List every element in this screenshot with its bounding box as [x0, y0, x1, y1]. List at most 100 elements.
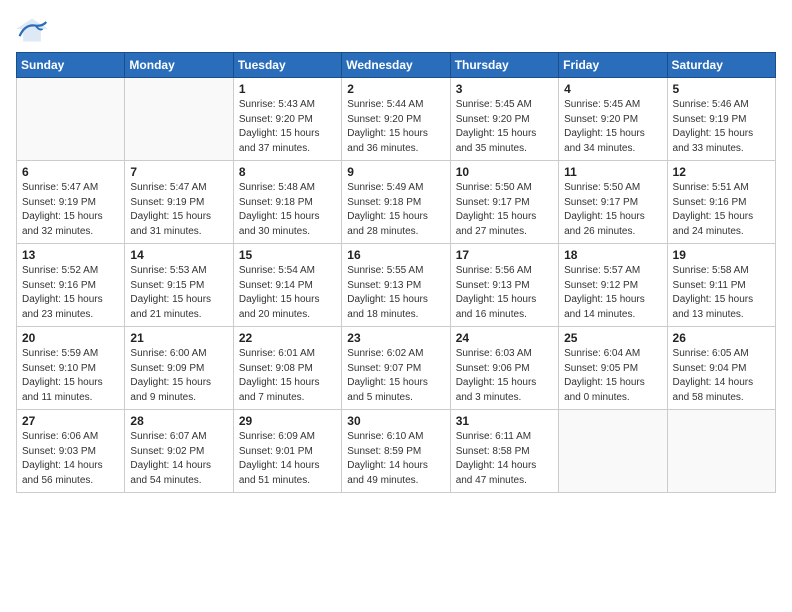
calendar-day-cell: 15 Sunrise: 5:54 AM Sunset: 9:14 PM Dayli… [233, 244, 341, 327]
page-header [16, 16, 776, 44]
calendar-header-row: SundayMondayTuesdayWednesdayThursdayFrid… [17, 53, 776, 78]
day-number: 27 [22, 414, 119, 428]
day-number: 20 [22, 331, 119, 345]
day-number: 15 [239, 248, 336, 262]
logo-icon [16, 16, 48, 44]
calendar-day-cell: 10 Sunrise: 5:50 AM Sunset: 9:17 PM Dayli… [450, 161, 558, 244]
day-info: Sunrise: 5:54 AM Sunset: 9:14 PM Dayligh… [239, 264, 336, 322]
day-number: 7 [130, 165, 227, 179]
calendar-day-cell: 18Sunrise: 5:57 AM Sunset: 9:12 PM Dayli… [559, 244, 667, 327]
day-number: 10 [456, 165, 553, 179]
day-info: Sunrise: 5:47 AM Sunset: 9:19 PM Dayligh… [22, 181, 119, 239]
day-info: Sunrise: 6:04 AM Sunset: 9:05 PM Dayligh… [564, 347, 661, 405]
day-info: Sunrise: 5:46 AM Sunset: 9:19 PM Dayligh… [673, 98, 770, 156]
calendar-week-row: 13Sunrise: 5:52 AM Sunset: 9:16 PM Dayli… [17, 244, 776, 327]
day-number: 17 [456, 248, 553, 262]
calendar-day-cell: 29Sunrise: 6:09 AM Sunset: 9:01 PM Dayli… [233, 410, 341, 493]
calendar-day-cell: 26 Sunrise: 6:05 AM Sunset: 9:04 PM Dayli… [667, 327, 775, 410]
calendar-day-cell: 8 Sunrise: 5:48 AM Sunset: 9:18 PM Daylig… [233, 161, 341, 244]
calendar-day-cell: 12 Sunrise: 5:51 AM Sunset: 9:16 PM Dayli… [667, 161, 775, 244]
calendar-week-row: 20 Sunrise: 5:59 AM Sunset: 9:10 PM Dayli… [17, 327, 776, 410]
calendar-day-cell: 23 Sunrise: 6:02 AM Sunset: 9:07 PM Dayli… [342, 327, 450, 410]
calendar-day-cell: 13Sunrise: 5:52 AM Sunset: 9:16 PM Dayli… [17, 244, 125, 327]
calendar-day-cell [125, 78, 233, 161]
day-number: 24 [456, 331, 553, 345]
day-number: 2 [347, 82, 444, 96]
day-of-week-header: Thursday [450, 53, 558, 78]
day-number: 26 [673, 331, 770, 345]
calendar-day-cell: 22 Sunrise: 6:01 AM Sunset: 9:08 PM Dayli… [233, 327, 341, 410]
calendar-week-row: 27 Sunrise: 6:06 AM Sunset: 9:03 PM Dayli… [17, 410, 776, 493]
day-info: Sunrise: 5:55 AM Sunset: 9:13 PM Dayligh… [347, 264, 444, 322]
day-info: Sunrise: 5:45 AM Sunset: 9:20 PM Dayligh… [456, 98, 553, 156]
calendar-week-row: 1Sunrise: 5:43 AM Sunset: 9:20 PM Daylig… [17, 78, 776, 161]
calendar-day-cell: 21Sunrise: 6:00 AM Sunset: 9:09 PM Dayli… [125, 327, 233, 410]
day-info: Sunrise: 5:44 AM Sunset: 9:20 PM Dayligh… [347, 98, 444, 156]
day-info: Sunrise: 5:43 AM Sunset: 9:20 PM Dayligh… [239, 98, 336, 156]
calendar-day-cell: 16 Sunrise: 5:55 AM Sunset: 9:13 PM Dayli… [342, 244, 450, 327]
calendar-week-row: 6Sunrise: 5:47 AM Sunset: 9:19 PM Daylig… [17, 161, 776, 244]
day-of-week-header: Friday [559, 53, 667, 78]
calendar-day-cell: 19Sunrise: 5:58 AM Sunset: 9:11 PM Dayli… [667, 244, 775, 327]
day-number: 29 [239, 414, 336, 428]
day-number: 22 [239, 331, 336, 345]
day-info: Sunrise: 5:47 AM Sunset: 9:19 PM Dayligh… [130, 181, 227, 239]
calendar-day-cell: 9 Sunrise: 5:49 AM Sunset: 9:18 PM Daylig… [342, 161, 450, 244]
calendar-day-cell: 28Sunrise: 6:07 AM Sunset: 9:02 PM Dayli… [125, 410, 233, 493]
day-info: Sunrise: 5:45 AM Sunset: 9:20 PM Dayligh… [564, 98, 661, 156]
calendar-day-cell: 27 Sunrise: 6:06 AM Sunset: 9:03 PM Dayli… [17, 410, 125, 493]
day-number: 31 [456, 414, 553, 428]
day-info: Sunrise: 5:49 AM Sunset: 9:18 PM Dayligh… [347, 181, 444, 239]
day-number: 12 [673, 165, 770, 179]
day-of-week-header: Tuesday [233, 53, 341, 78]
calendar-day-cell: 4 Sunrise: 5:45 AM Sunset: 9:20 PM Daylig… [559, 78, 667, 161]
day-info: Sunrise: 6:02 AM Sunset: 9:07 PM Dayligh… [347, 347, 444, 405]
day-info: Sunrise: 5:51 AM Sunset: 9:16 PM Dayligh… [673, 181, 770, 239]
day-info: Sunrise: 6:01 AM Sunset: 9:08 PM Dayligh… [239, 347, 336, 405]
calendar-day-cell: 2 Sunrise: 5:44 AM Sunset: 9:20 PM Daylig… [342, 78, 450, 161]
calendar-day-cell [667, 410, 775, 493]
day-number: 16 [347, 248, 444, 262]
calendar-day-cell: 11 Sunrise: 5:50 AM Sunset: 9:17 PM Dayli… [559, 161, 667, 244]
day-of-week-header: Wednesday [342, 53, 450, 78]
day-number: 4 [564, 82, 661, 96]
day-number: 25 [564, 331, 661, 345]
calendar-day-cell: 6Sunrise: 5:47 AM Sunset: 9:19 PM Daylig… [17, 161, 125, 244]
calendar-day-cell: 5 Sunrise: 5:46 AM Sunset: 9:19 PM Daylig… [667, 78, 775, 161]
day-number: 3 [456, 82, 553, 96]
calendar-day-cell: 7 Sunrise: 5:47 AM Sunset: 9:19 PM Daylig… [125, 161, 233, 244]
day-info: Sunrise: 6:03 AM Sunset: 9:06 PM Dayligh… [456, 347, 553, 405]
day-info: Sunrise: 5:56 AM Sunset: 9:13 PM Dayligh… [456, 264, 553, 322]
day-of-week-header: Monday [125, 53, 233, 78]
day-number: 30 [347, 414, 444, 428]
calendar-day-cell [559, 410, 667, 493]
day-number: 18 [564, 248, 661, 262]
calendar-day-cell: 31 Sunrise: 6:11 AM Sunset: 8:58 PM Dayli… [450, 410, 558, 493]
day-of-week-header: Saturday [667, 53, 775, 78]
calendar-day-cell: 3 Sunrise: 5:45 AM Sunset: 9:20 PM Daylig… [450, 78, 558, 161]
calendar-day-cell: 30Sunrise: 6:10 AM Sunset: 8:59 PM Dayli… [342, 410, 450, 493]
day-info: Sunrise: 6:11 AM Sunset: 8:58 PM Dayligh… [456, 430, 553, 488]
day-number: 8 [239, 165, 336, 179]
day-info: Sunrise: 5:50 AM Sunset: 9:17 PM Dayligh… [456, 181, 553, 239]
calendar-day-cell: 17 Sunrise: 5:56 AM Sunset: 9:13 PM Dayli… [450, 244, 558, 327]
day-number: 5 [673, 82, 770, 96]
day-info: Sunrise: 6:05 AM Sunset: 9:04 PM Dayligh… [673, 347, 770, 405]
calendar-table: SundayMondayTuesdayWednesdayThursdayFrid… [16, 52, 776, 493]
day-info: Sunrise: 5:58 AM Sunset: 9:11 PM Dayligh… [673, 264, 770, 322]
day-info: Sunrise: 5:59 AM Sunset: 9:10 PM Dayligh… [22, 347, 119, 405]
day-number: 11 [564, 165, 661, 179]
day-of-week-header: Sunday [17, 53, 125, 78]
day-number: 13 [22, 248, 119, 262]
day-info: Sunrise: 5:50 AM Sunset: 9:17 PM Dayligh… [564, 181, 661, 239]
day-number: 9 [347, 165, 444, 179]
day-info: Sunrise: 6:00 AM Sunset: 9:09 PM Dayligh… [130, 347, 227, 405]
day-info: Sunrise: 5:48 AM Sunset: 9:18 PM Dayligh… [239, 181, 336, 239]
calendar-day-cell: 1Sunrise: 5:43 AM Sunset: 9:20 PM Daylig… [233, 78, 341, 161]
day-number: 23 [347, 331, 444, 345]
calendar-day-cell: 20 Sunrise: 5:59 AM Sunset: 9:10 PM Dayli… [17, 327, 125, 410]
calendar-day-cell: 24 Sunrise: 6:03 AM Sunset: 9:06 PM Dayli… [450, 327, 558, 410]
day-info: Sunrise: 5:53 AM Sunset: 9:15 PM Dayligh… [130, 264, 227, 322]
day-info: Sunrise: 6:06 AM Sunset: 9:03 PM Dayligh… [22, 430, 119, 488]
calendar-day-cell: 25 Sunrise: 6:04 AM Sunset: 9:05 PM Dayli… [559, 327, 667, 410]
